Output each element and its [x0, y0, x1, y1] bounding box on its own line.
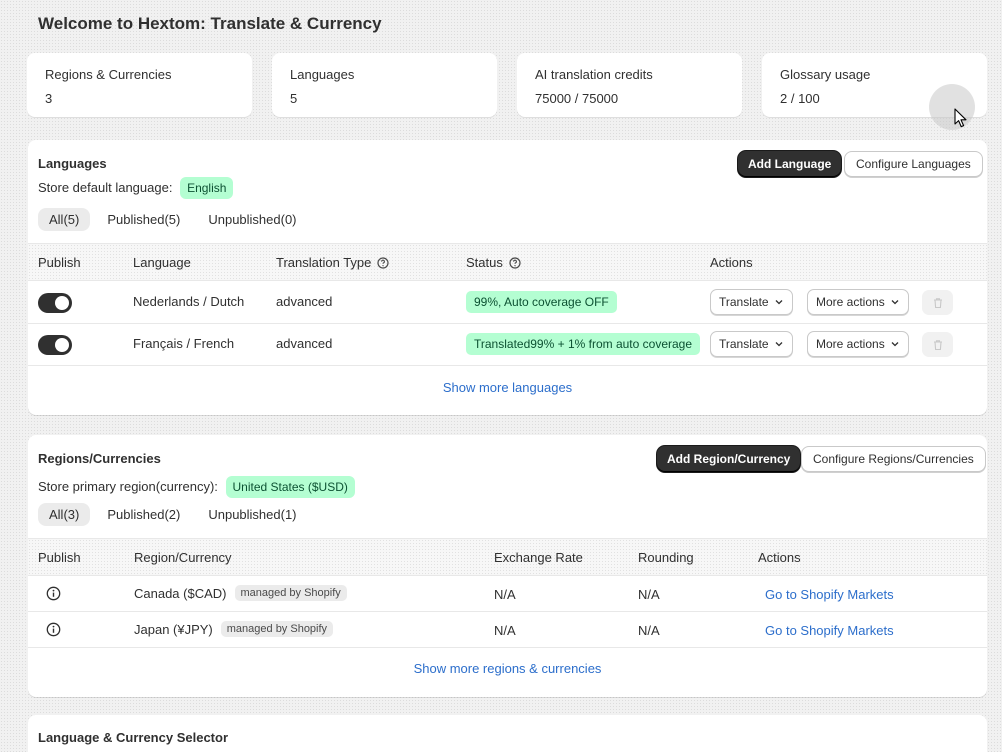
column-region: Region/Currency [134, 550, 232, 565]
region-cell: Canada ($CAD) managed by Shopify [134, 585, 347, 601]
languages-panel: Languages Add Language Configure Languag… [28, 140, 987, 415]
default-language-badge: English [180, 177, 234, 199]
primary-region-badge: United States ($USD) [225, 476, 355, 498]
rounding: N/A [638, 623, 660, 638]
exchange-rate: N/A [494, 623, 516, 638]
shopify-markets-link[interactable]: Go to Shopify Markets [765, 587, 894, 602]
column-actions: Actions [710, 255, 753, 270]
stat-label: AI translation credits [535, 67, 653, 82]
stat-value: 75000 / 75000 [535, 91, 619, 106]
stat-label: Languages [290, 67, 355, 82]
cursor-halo [929, 84, 975, 130]
column-exchange-rate: Exchange Rate [494, 550, 583, 565]
regions-title: Regions/Currencies [38, 451, 161, 466]
stat-card-languages: Languages 5 [272, 53, 497, 117]
exchange-rate: N/A [494, 587, 516, 602]
show-more-regions-link[interactable]: Show more regions & currencies [28, 661, 987, 676]
tab-unpublished[interactable]: Unpublished(0) [197, 208, 307, 231]
question-circle-icon[interactable] [377, 256, 389, 269]
table-row: Canada ($CAD) managed by Shopify N/A N/A… [28, 576, 987, 612]
languages-table-header: Publish Language Translation Type Status… [28, 243, 987, 281]
chevron-down-icon [891, 300, 899, 305]
tab-published[interactable]: Published(5) [96, 208, 191, 231]
stat-value: 3 [45, 91, 53, 106]
configure-regions-button[interactable]: Configure Regions/Currencies [801, 446, 986, 472]
stat-label: Glossary usage [780, 67, 871, 82]
column-publish: Publish [38, 550, 81, 565]
tab-published[interactable]: Published(2) [96, 503, 191, 526]
column-status: Status [466, 255, 521, 270]
regions-tabs: All(3) Published(2) Unpublished(1) [38, 503, 308, 526]
status-badge: 99%, Auto coverage OFF [466, 291, 617, 313]
selector-panel: Language & Currency Selector [28, 715, 987, 752]
column-rounding: Rounding [638, 550, 694, 565]
more-actions-button[interactable]: More actions [807, 331, 909, 357]
default-language-label: Store default language: [38, 180, 173, 195]
mouse-pointer-icon [954, 108, 967, 128]
language-name: Français / French [133, 336, 235, 351]
languages-tabs: All(5) Published(5) Unpublished(0) [38, 208, 308, 231]
chevron-down-icon [775, 342, 783, 347]
primary-region-label: Store primary region(currency): [38, 479, 218, 494]
table-row: Nederlands / Dutch advanced 99%, Auto co… [28, 281, 987, 324]
table-row: Français / French advanced Translated99%… [28, 324, 987, 366]
tab-unpublished[interactable]: Unpublished(1) [197, 503, 307, 526]
column-language: Language [133, 255, 191, 270]
info-circle-icon[interactable] [46, 622, 61, 637]
stat-value: 5 [290, 91, 298, 106]
translation-type: advanced [276, 294, 333, 309]
delete-button[interactable] [922, 290, 953, 315]
region-name: Japan (¥JPY) [134, 621, 213, 637]
shopify-markets-link[interactable]: Go to Shopify Markets [765, 623, 894, 638]
publish-toggle[interactable] [38, 335, 72, 355]
stat-card-ai-credits: AI translation credits 75000 / 75000 [517, 53, 742, 117]
translate-button[interactable]: Translate [710, 289, 793, 315]
translate-button[interactable]: Translate [710, 331, 793, 357]
add-language-button[interactable]: Add Language [738, 151, 842, 177]
question-circle-icon[interactable] [509, 256, 521, 269]
publish-toggle[interactable] [38, 293, 72, 313]
column-publish: Publish [38, 255, 81, 270]
region-cell: Japan (¥JPY) managed by Shopify [134, 621, 334, 637]
column-actions: Actions [758, 550, 801, 565]
chevron-down-icon [775, 300, 783, 305]
default-language-line: Store default language: English [38, 177, 234, 199]
selector-title: Language & Currency Selector [38, 730, 228, 745]
table-row: Japan (¥JPY) managed by Shopify N/A N/A … [28, 612, 987, 648]
tab-all[interactable]: All(3) [38, 503, 91, 526]
languages-title: Languages [38, 156, 107, 171]
translation-type: advanced [276, 336, 333, 351]
trash-icon [933, 297, 942, 308]
stat-label: Regions & Currencies [45, 67, 172, 82]
stat-card-regions: Regions & Currencies 3 [27, 53, 252, 117]
regions-table-header: Publish Region/Currency Exchange Rate Ro… [28, 538, 987, 576]
regions-panel: Regions/Currencies Add Region/Currency C… [28, 435, 987, 697]
show-more-languages-link[interactable]: Show more languages [28, 380, 987, 395]
primary-region-line: Store primary region(currency): United S… [38, 476, 355, 498]
trash-icon [933, 339, 942, 350]
rounding: N/A [638, 587, 660, 602]
tab-all[interactable]: All(5) [38, 208, 91, 231]
managed-badge: managed by Shopify [234, 585, 347, 601]
language-name: Nederlands / Dutch [133, 294, 245, 309]
info-circle-icon[interactable] [46, 586, 61, 601]
managed-badge: managed by Shopify [220, 621, 334, 637]
region-name: Canada ($CAD) [134, 585, 227, 601]
page-title: Welcome to Hextom: Translate & Currency [38, 14, 382, 33]
status-badge: Translated99% + 1% from auto coverage [466, 333, 701, 355]
configure-languages-button[interactable]: Configure Languages [844, 151, 983, 177]
column-translation-type: Translation Type [276, 255, 389, 270]
add-region-button[interactable]: Add Region/Currency [657, 446, 801, 472]
delete-button[interactable] [922, 332, 953, 357]
chevron-down-icon [891, 342, 899, 347]
more-actions-button[interactable]: More actions [807, 289, 909, 315]
